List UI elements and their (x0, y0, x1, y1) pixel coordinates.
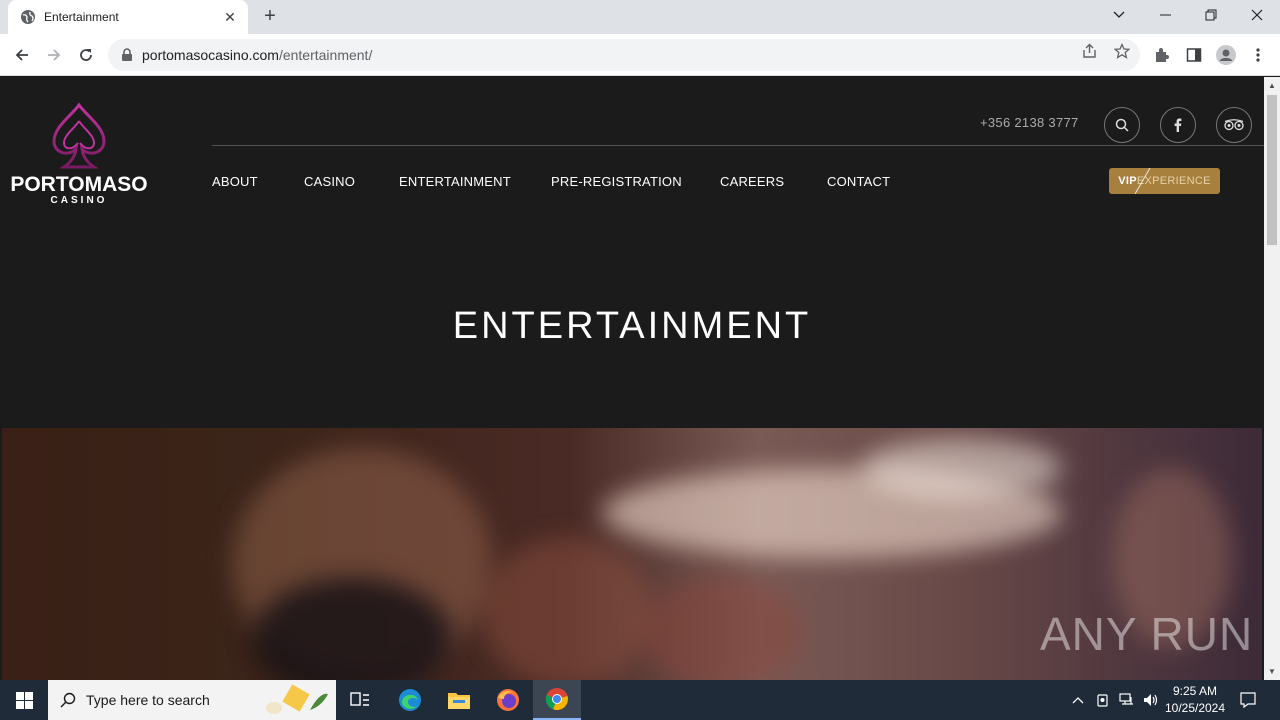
windows-taskbar: Type here to search 9:25 AM 10/25/2024 (0, 680, 1280, 720)
nav-about[interactable]: ABOUT (212, 174, 258, 189)
tab-strip: Entertainment ✕ + (0, 0, 1280, 34)
logo-sub-text: CASINO (50, 195, 108, 206)
header-divider (212, 145, 1264, 146)
scrollbar-thumb[interactable] (1267, 95, 1277, 245)
scroll-up-arrow-icon[interactable]: ▲ (1268, 81, 1276, 90)
browser-tab[interactable]: Entertainment ✕ (8, 0, 248, 34)
chrome-menu-icon[interactable] (1248, 45, 1268, 65)
address-bar[interactable]: portomasocasino.com/entertainment/ (108, 39, 1140, 71)
windows-start-icon[interactable] (0, 680, 48, 720)
forward-button[interactable] (42, 43, 66, 67)
vip-experience-label: EXPERIENCE (1136, 175, 1211, 187)
minimize-button[interactable] (1142, 0, 1188, 30)
nav-careers[interactable]: CAREERS (720, 174, 784, 189)
clock-date: 10/25/2024 (1164, 701, 1226, 715)
reload-button[interactable] (74, 43, 98, 67)
scroll-down-arrow-icon[interactable]: ▼ (1268, 667, 1276, 676)
bookmark-star-icon[interactable] (1113, 42, 1131, 60)
taskbar-search-placeholder: Type here to search (86, 692, 210, 708)
tab-title: Entertainment (44, 10, 119, 24)
close-tab-icon[interactable]: ✕ (222, 9, 238, 26)
tab-search-chevron-icon[interactable] (1096, 0, 1142, 30)
phone-number[interactable]: +356 2138 3777 (980, 115, 1079, 130)
url-domain: portomasocasino.com (142, 47, 279, 63)
search-icon (60, 692, 76, 708)
profile-avatar-icon[interactable] (1216, 45, 1236, 65)
clock-time: 9:25 AM (1172, 684, 1218, 698)
page-title: ENTERTAINMENT (452, 305, 812, 347)
url-path: /entertainment/ (278, 47, 373, 63)
volume-icon[interactable] (1140, 680, 1162, 720)
globe-icon (20, 9, 36, 25)
chrome-icon[interactable] (533, 680, 581, 720)
browser-toolbar: portomasocasino.com/entertainment/ (0, 34, 1280, 76)
tray-chevron-icon[interactable] (1068, 680, 1088, 720)
nav-pre-registration[interactable]: PRE-REGISTRATION (551, 174, 682, 189)
tripadvisor-icon[interactable] (1216, 107, 1252, 143)
back-button[interactable] (10, 43, 34, 67)
anyrun-watermark: ANY RUN (1040, 608, 1254, 660)
portomaso-logo[interactable]: PORTOMASO CASINO (6, 101, 152, 206)
taskbar-clock[interactable]: 9:25 AM 10/25/2024 (1160, 683, 1230, 717)
lock-icon[interactable] (120, 48, 134, 62)
extensions-puzzle-icon[interactable] (1152, 45, 1172, 65)
spade-logo-icon (52, 102, 106, 169)
logo-brand-text: PORTOMASO (10, 173, 148, 196)
nav-casino[interactable]: CASINO (304, 174, 355, 189)
share-icon[interactable] (1081, 42, 1099, 60)
side-panel-icon[interactable] (1184, 45, 1204, 65)
new-tab-button[interactable]: + (258, 5, 282, 29)
search-highlight-icon (266, 684, 328, 714)
nav-entertainment[interactable]: ENTERTAINMENT (399, 174, 511, 189)
vip-label: VIP (1118, 175, 1137, 187)
nav-contact[interactable]: CONTACT (827, 174, 890, 189)
taskbar-search-box[interactable]: Type here to search (48, 680, 336, 720)
meet-now-icon[interactable] (1093, 680, 1113, 720)
page-scrollbar[interactable]: ▲ ▼ (1264, 77, 1280, 680)
file-explorer-icon[interactable] (435, 680, 483, 720)
vip-experience-button[interactable]: VIP EXPERIENCE (1109, 168, 1220, 194)
close-window-button[interactable] (1234, 0, 1280, 30)
edge-browser-icon[interactable] (386, 680, 434, 720)
search-icon[interactable] (1104, 107, 1140, 143)
facebook-icon[interactable] (1160, 107, 1196, 143)
task-view-icon[interactable] (336, 680, 384, 720)
network-icon[interactable] (1116, 680, 1138, 720)
restore-button[interactable] (1188, 0, 1234, 30)
firefox-icon[interactable] (484, 680, 532, 720)
web-page: PORTOMASO CASINO +356 2138 3777 ABOUT CA… (0, 77, 1264, 680)
notifications-icon[interactable] (1234, 680, 1262, 720)
